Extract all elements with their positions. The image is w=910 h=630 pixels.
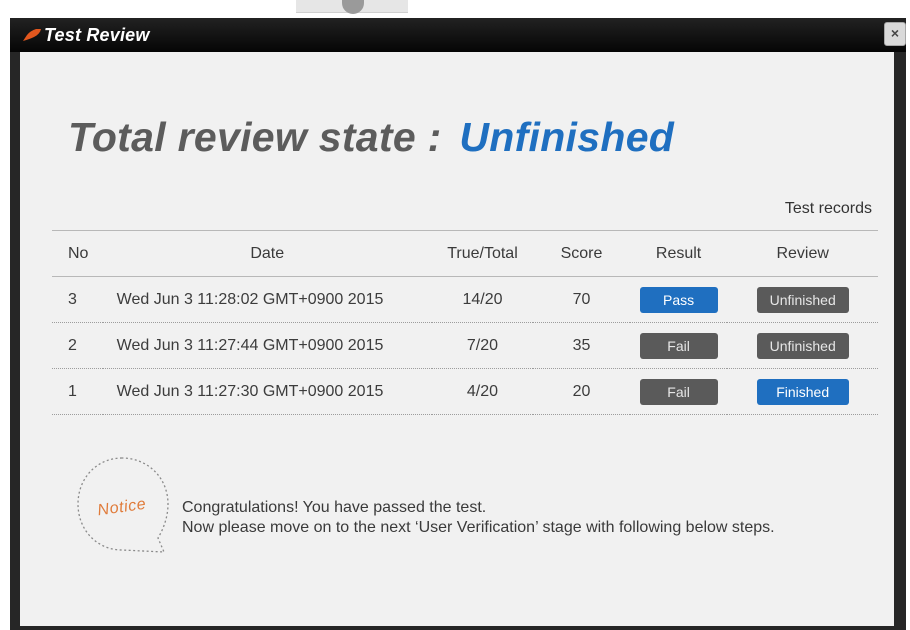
close-button[interactable]: × bbox=[884, 22, 906, 46]
column-header-result: Result bbox=[629, 230, 728, 277]
test-records-table: No Date True/Total Score Result Review 3… bbox=[52, 230, 878, 415]
cell-date: Wed Jun 3 11:28:02 GMT+0900 2015 bbox=[102, 276, 432, 323]
table-row: 2 Wed Jun 3 11:27:44 GMT+0900 2015 7/20 … bbox=[52, 322, 878, 369]
column-header-no: No bbox=[52, 230, 103, 277]
cell-no: 2 bbox=[52, 322, 103, 369]
review-state-heading: Total review state : Unfinished bbox=[68, 114, 674, 161]
notice-bubble-icon: Notice bbox=[77, 457, 169, 553]
dialog-title: Test Review bbox=[44, 25, 150, 45]
cell-no: 1 bbox=[52, 368, 103, 415]
review-state-value: Unfinished bbox=[459, 114, 675, 160]
cell-score: 20 bbox=[533, 368, 630, 415]
review-finished-button[interactable]: Finished bbox=[756, 378, 849, 405]
cell-review: Unfinished bbox=[727, 276, 878, 323]
cell-result: Pass bbox=[629, 276, 728, 323]
column-header-review: Review bbox=[727, 230, 878, 277]
notice-line-1: Congratulations! You have passed the tes… bbox=[182, 499, 487, 516]
cell-score: 70 bbox=[533, 276, 630, 323]
cell-review: Finished bbox=[727, 368, 878, 415]
cell-true-total: 4/20 bbox=[431, 368, 534, 415]
column-header-true-total: True/Total bbox=[431, 230, 534, 277]
cell-result: Fail bbox=[629, 368, 728, 415]
dialog-titlebar: Test Review × bbox=[10, 18, 906, 52]
table-row: 3 Wed Jun 3 11:28:02 GMT+0900 2015 14/20… bbox=[52, 276, 878, 323]
notice-badge-text: Notice bbox=[97, 496, 148, 520]
notice-line-2: Now please move on to the next ‘User Ver… bbox=[182, 519, 775, 536]
dialog-content: Total review state : Unfinished Test rec… bbox=[20, 52, 894, 626]
notice-message: Congratulations! You have passed the tes… bbox=[182, 498, 775, 538]
column-header-date: Date bbox=[102, 230, 432, 277]
table-header-row: No Date True/Total Score Result Review bbox=[52, 230, 878, 277]
review-state-label: Total review state : bbox=[68, 114, 442, 160]
cell-no: 3 bbox=[52, 276, 103, 323]
result-fail-badge[interactable]: Fail bbox=[639, 332, 718, 359]
test-records-caption: Test records bbox=[784, 200, 872, 217]
test-review-dialog: Test Review × Total review state : Unfin… bbox=[10, 18, 906, 630]
cell-review: Unfinished bbox=[727, 322, 878, 369]
review-unfinished-button[interactable]: Unfinished bbox=[756, 286, 849, 313]
cell-result: Fail bbox=[629, 322, 728, 369]
pencil-mark-icon bbox=[23, 29, 41, 41]
cell-true-total: 7/20 bbox=[431, 322, 534, 369]
table-row: 1 Wed Jun 3 11:27:30 GMT+0900 2015 4/20 … bbox=[52, 368, 878, 415]
cell-date: Wed Jun 3 11:27:30 GMT+0900 2015 bbox=[102, 368, 432, 415]
result-fail-badge[interactable]: Fail bbox=[639, 378, 718, 405]
cell-true-total: 14/20 bbox=[431, 276, 534, 323]
cell-score: 35 bbox=[533, 322, 630, 369]
column-header-score: Score bbox=[533, 230, 630, 277]
cell-date: Wed Jun 3 11:27:44 GMT+0900 2015 bbox=[102, 322, 432, 369]
result-pass-badge[interactable]: Pass bbox=[639, 286, 718, 313]
review-unfinished-button[interactable]: Unfinished bbox=[756, 332, 849, 359]
background-window-strip bbox=[0, 0, 910, 18]
